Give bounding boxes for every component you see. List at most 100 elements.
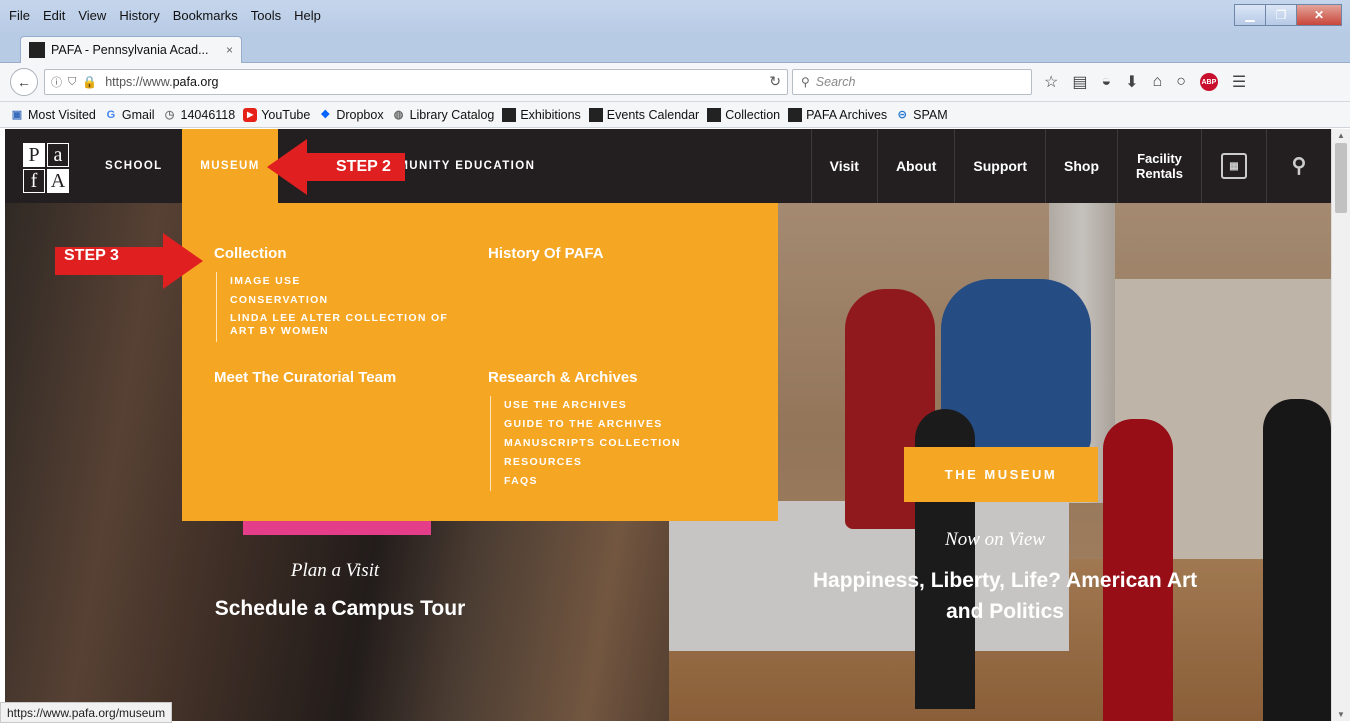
dropdown-history-group: History Of PAFA bbox=[488, 245, 604, 272]
conservation-link[interactable]: CONSERVATION bbox=[230, 291, 470, 310]
back-button[interactable]: ← bbox=[10, 68, 38, 96]
bookmark-14046118[interactable]: ◷ 14046118 bbox=[163, 108, 236, 122]
menu-history[interactable]: History bbox=[118, 8, 160, 23]
campus-tour-link[interactable]: Schedule a Campus Tour bbox=[175, 597, 505, 621]
status-bar-url: https://www.pafa.org/museum bbox=[0, 702, 173, 723]
linda-lee-alter-link[interactable]: LINDA LEE ALTER COLLECTION OF ART BY WOM… bbox=[230, 310, 470, 342]
nav-utility-links: Visit About Support Shop Facility Rentals… bbox=[810, 129, 1331, 203]
the-museum-badge[interactable]: THE MUSEUM bbox=[904, 447, 1098, 502]
google-icon: G bbox=[106, 108, 116, 121]
research-archives-link[interactable]: Research & Archives bbox=[488, 369, 681, 386]
spam-icon: ⊝ bbox=[897, 109, 907, 121]
minimize-button[interactable]: ▁ bbox=[1234, 4, 1266, 26]
menu-bookmarks[interactable]: Bookmarks bbox=[172, 8, 239, 23]
faqs-link[interactable]: FAQS bbox=[504, 472, 681, 491]
nav-visit[interactable]: Visit bbox=[810, 129, 877, 203]
navigation-toolbar: ← ⓘ ⛉ 🔒 https://www.pafa.org ↻ ⚲ Search … bbox=[0, 63, 1350, 102]
dropdown-collection-link[interactable]: Collection bbox=[214, 245, 470, 262]
nav-school[interactable]: SCHOOL bbox=[105, 129, 163, 203]
tab-strip: PAFA - Pennsylvania Acad... × + bbox=[0, 34, 1350, 90]
exhibition-title-link[interactable]: Happiness, Liberty, Life? American Art a… bbox=[785, 565, 1225, 627]
dropdown-research-group: Research & Archives USE THE ARCHIVES GUI… bbox=[488, 369, 681, 491]
info-icon[interactable]: ⓘ bbox=[51, 74, 62, 90]
use-the-archives-link[interactable]: USE THE ARCHIVES bbox=[504, 396, 681, 415]
search-placeholder: Search bbox=[815, 75, 856, 89]
menu-help[interactable]: Help bbox=[293, 8, 322, 23]
menu-file[interactable]: File bbox=[8, 8, 31, 23]
manuscripts-collection-link[interactable]: MANUSCRIPTS COLLECTION bbox=[504, 434, 681, 453]
web-page: Plan a Visit Schedule a Campus Tour THE … bbox=[5, 129, 1331, 721]
calendar-icon: ▦ bbox=[1221, 153, 1247, 179]
bookmarks-toolbar: ▣ Most Visited G Gmail ◷ 14046118 ▶ YouTube … bbox=[0, 102, 1350, 128]
dropdown-curatorial-group: Meet The Curatorial Team bbox=[214, 369, 396, 396]
pafa-icon bbox=[707, 107, 722, 122]
menu-view[interactable]: View bbox=[77, 8, 107, 23]
scroll-down-icon[interactable]: ▼ bbox=[1337, 710, 1345, 719]
resources-link[interactable]: RESOURCES bbox=[504, 453, 681, 472]
scroll-up-icon[interactable]: ▲ bbox=[1337, 131, 1345, 140]
reading-list-icon[interactable]: ▤ bbox=[1072, 72, 1087, 92]
pafa-favicon-icon bbox=[29, 42, 45, 58]
bookmark-dropbox[interactable]: ❖ Dropbox bbox=[318, 108, 383, 122]
image-use-link[interactable]: IMAGE USE bbox=[230, 272, 470, 291]
toolbar-icons: ☆ ▤ ◒ ⬇ ⌂ ○ ABP ☰ bbox=[1044, 72, 1246, 92]
url-text[interactable]: https://www.pafa.org bbox=[105, 75, 218, 89]
reload-icon[interactable]: ↻ bbox=[769, 73, 781, 90]
browser-tab-pafa[interactable]: PAFA - Pennsylvania Acad... × bbox=[20, 36, 242, 63]
tab-close-icon[interactable]: × bbox=[226, 43, 233, 57]
pafa-logo[interactable]: Pa fA bbox=[23, 143, 69, 193]
home-icon[interactable]: ⌂ bbox=[1153, 73, 1163, 91]
page-scrollbar[interactable]: ▲ ▼ bbox=[1331, 129, 1350, 721]
pafa-icon bbox=[788, 107, 803, 122]
tracking-shield-icon[interactable]: ⛉ bbox=[68, 76, 76, 89]
menu-bar: File Edit View History Bookmarks Tools H… bbox=[8, 8, 322, 23]
step2-label: STEP 2 bbox=[336, 158, 391, 175]
download-icon[interactable]: ⬇ bbox=[1125, 72, 1138, 92]
bookmark-most-visited[interactable]: ▣ Most Visited bbox=[10, 108, 96, 122]
site-header: Pa fA SCHOOL MUSEUM OMMUNITY EDUCATION V… bbox=[5, 129, 1331, 203]
pafa-icon bbox=[588, 107, 603, 122]
nav-search[interactable]: ⚲ bbox=[1266, 129, 1331, 203]
menu-tools[interactable]: Tools bbox=[250, 8, 282, 23]
nav-facility-rentals[interactable]: Facility Rentals bbox=[1117, 129, 1201, 203]
nav-calendar[interactable]: ▦ bbox=[1201, 129, 1266, 203]
most-visited-icon: ▣ bbox=[11, 109, 23, 121]
bookmark-youtube[interactable]: ▶ YouTube bbox=[243, 107, 310, 122]
pafa-icon bbox=[502, 107, 517, 122]
bookmark-library-catalog[interactable]: ◍ Library Catalog bbox=[392, 108, 495, 122]
bookmark-spam[interactable]: ⊝ SPAM bbox=[895, 108, 948, 122]
search-icon: ⚲ bbox=[801, 75, 810, 89]
collection-submenu: IMAGE USE CONSERVATION LINDA LEE ALTER C… bbox=[216, 272, 470, 342]
pocket-icon[interactable]: ◒ bbox=[1101, 73, 1111, 91]
bookmark-pafa-archives[interactable]: PAFA Archives bbox=[788, 107, 887, 122]
clock-icon: ◷ bbox=[164, 109, 175, 121]
bookmark-gmail[interactable]: G Gmail bbox=[104, 108, 155, 122]
history-of-pafa-link[interactable]: History Of PAFA bbox=[488, 245, 604, 262]
url-bar[interactable]: ⓘ ⛉ 🔒 https://www.pafa.org ↻ bbox=[44, 69, 788, 95]
maximize-button[interactable]: ❐ bbox=[1265, 4, 1297, 26]
chat-icon[interactable]: ○ bbox=[1176, 73, 1186, 91]
step3-label: STEP 3 bbox=[64, 247, 119, 264]
bookmark-star-icon[interactable]: ☆ bbox=[1044, 72, 1058, 92]
plan-visit-label: Plan a Visit bbox=[290, 560, 380, 581]
menu-edit[interactable]: Edit bbox=[42, 8, 66, 23]
guide-to-archives-link[interactable]: GUIDE TO THE ARCHIVES bbox=[504, 415, 681, 434]
nav-shop[interactable]: Shop bbox=[1045, 129, 1117, 203]
dropdown-collection-group: Collection IMAGE USE CONSERVATION LINDA … bbox=[214, 245, 470, 342]
close-window-button[interactable]: ✕ bbox=[1296, 4, 1342, 26]
lock-icon[interactable]: 🔒 bbox=[82, 75, 97, 89]
curatorial-team-link[interactable]: Meet The Curatorial Team bbox=[214, 369, 396, 386]
hamburger-menu-icon[interactable]: ☰ bbox=[1232, 72, 1246, 92]
search-input[interactable]: ⚲ Search bbox=[792, 69, 1032, 95]
nav-museum[interactable]: MUSEUM bbox=[182, 129, 278, 203]
now-on-view-label: Now on View bbox=[945, 529, 1045, 550]
nav-about[interactable]: About bbox=[876, 129, 954, 203]
bookmark-collection[interactable]: Collection bbox=[707, 107, 780, 122]
nav-support[interactable]: Support bbox=[954, 129, 1045, 203]
pink-accent-bar bbox=[243, 521, 431, 535]
window-controls: ▁ ❐ ✕ bbox=[1234, 4, 1342, 26]
bookmark-events-calendar[interactable]: Events Calendar bbox=[588, 107, 699, 122]
adblock-plus-icon[interactable]: ABP bbox=[1199, 73, 1218, 91]
scrollbar-thumb[interactable] bbox=[1335, 143, 1347, 213]
bookmark-exhibitions[interactable]: Exhibitions bbox=[502, 107, 581, 122]
